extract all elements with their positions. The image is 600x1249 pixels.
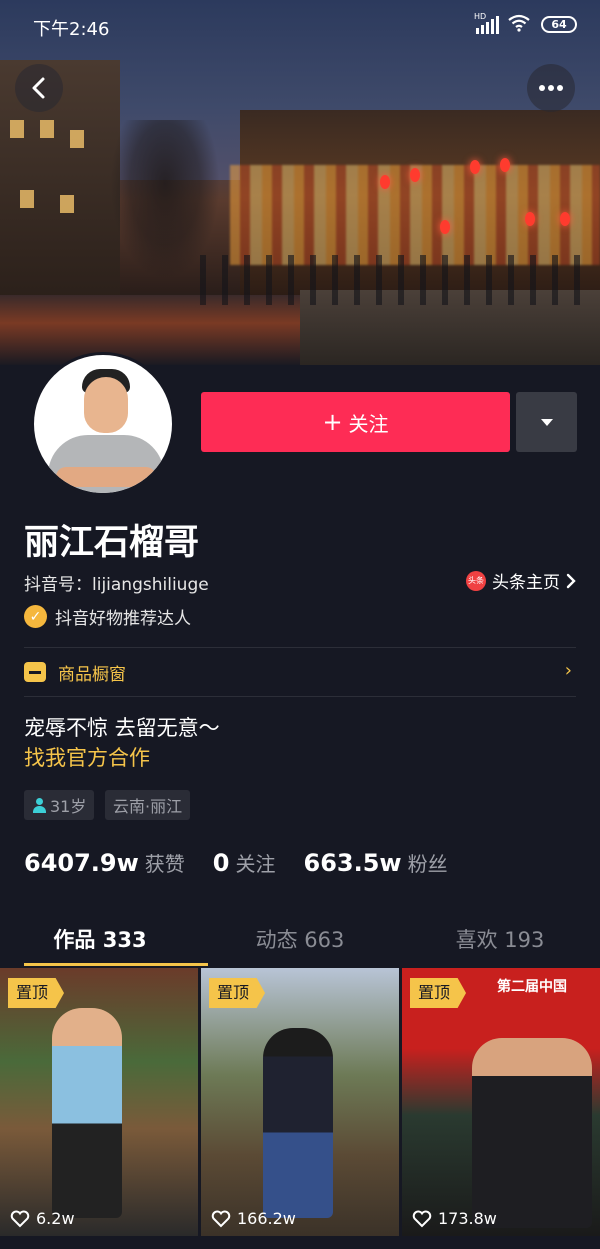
divider — [24, 696, 576, 697]
shop-window-link[interactable]: 商品橱窗 › — [24, 658, 576, 686]
plus-icon: + — [322, 408, 343, 436]
tab-likes[interactable]: 喜欢 193 — [400, 918, 600, 968]
shop-icon — [24, 662, 46, 682]
follow-label: 关注 — [348, 411, 389, 436]
likes-label: 获赞 — [144, 852, 185, 876]
wifi-icon — [508, 14, 530, 32]
video-thumbnail[interactable]: 置顶 6.2w — [0, 968, 198, 1236]
status-bar: 下午2:46 HD 64 — [0, 0, 600, 52]
recommend-dropdown-button[interactable] — [516, 392, 577, 452]
location-label: 云南·丽江 — [113, 797, 183, 816]
pinned-badge: 置顶 — [8, 978, 65, 1008]
video-likes-count: 6.2w — [36, 1209, 75, 1228]
video-likes: 6.2w — [10, 1209, 75, 1228]
profile-stats: 6407.9w 获赞 0 关注 663.5w 粉丝 — [24, 848, 448, 877]
person-icon — [32, 797, 46, 813]
bio-line: 宠辱不惊 去留无意～ — [24, 716, 220, 740]
cooperation-link[interactable]: 找我官方合作 — [24, 742, 150, 772]
video-likes-count: 166.2w — [237, 1209, 296, 1228]
video-likes: 166.2w — [211, 1209, 296, 1228]
divider — [24, 647, 576, 648]
cover-photo — [0, 0, 600, 365]
video-thumbnail[interactable]: 第二届中国 置顶 173.8w — [402, 968, 600, 1236]
more-icon — [539, 85, 563, 91]
heart-icon — [412, 1210, 432, 1227]
back-button[interactable] — [15, 64, 63, 112]
video-likes-count: 173.8w — [438, 1209, 497, 1228]
following-label[interactable]: 关注 — [236, 848, 276, 877]
toutiao-label: 头条主页 — [492, 573, 560, 593]
status-time: 下午2:46 — [33, 19, 110, 40]
tab-works[interactable]: 作品 333 — [0, 918, 208, 968]
heart-icon — [10, 1210, 30, 1227]
likes-count: 6407.9w — [24, 849, 139, 877]
fans-label[interactable]: 粉丝 — [408, 848, 448, 877]
video-grid: 置顶 6.2w 置顶 166.2w 第二届中国 置顶 173.8w — [0, 968, 600, 1249]
pinned-badge: 置顶 — [209, 978, 266, 1008]
age-tag: 31岁 — [24, 790, 95, 820]
following-count[interactable]: 0 — [213, 849, 230, 877]
age-label: 31岁 — [50, 797, 87, 816]
avatar[interactable] — [31, 352, 175, 496]
back-icon — [32, 77, 45, 99]
verification-label: 抖音好物推荐达人 — [55, 609, 191, 629]
chevron-right-icon — [566, 573, 576, 588]
video-likes: 173.8w — [412, 1209, 497, 1228]
toutiao-homepage-link[interactable]: 头条 头条主页 — [466, 568, 576, 593]
shop-label: 商品橱窗 — [58, 664, 126, 685]
video-banner-text: 第二届中国 — [497, 979, 567, 995]
signal-icon — [476, 16, 499, 34]
battery-indicator: 64 — [541, 16, 577, 33]
heart-icon — [211, 1210, 231, 1227]
douyin-id: 抖音号：lijiangshiliuge — [24, 575, 209, 595]
pinned-badge: 置顶 — [410, 978, 467, 1008]
chevron-right-icon: › — [564, 660, 572, 681]
fans-count[interactable]: 663.5w — [304, 849, 402, 877]
profile-name: 丽江石榴哥 — [24, 523, 200, 563]
video-thumbnail[interactable]: 置顶 166.2w — [201, 968, 399, 1236]
toutiao-icon: 头条 — [466, 570, 486, 591]
more-button[interactable] — [527, 64, 575, 112]
location-tag: 云南·丽江 — [105, 790, 191, 820]
verification-row: ✓ 抖音好物推荐达人 — [24, 604, 191, 629]
verified-icon: ✓ — [24, 605, 47, 628]
content-tabs: 作品 333 动态 663 喜欢 193 — [0, 918, 600, 968]
follow-button[interactable]: + 关注 — [201, 392, 510, 452]
tab-activity[interactable]: 动态 663 — [200, 918, 400, 968]
dropdown-icon — [540, 418, 553, 426]
